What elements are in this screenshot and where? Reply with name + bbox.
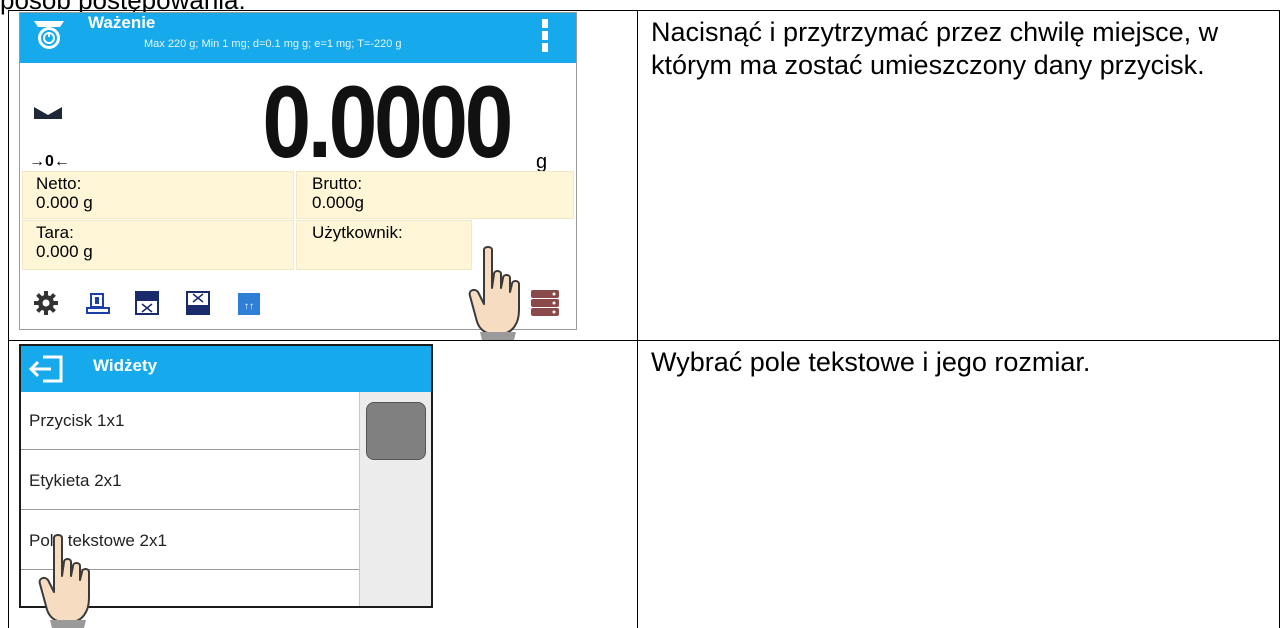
threshold-low-icon[interactable]: [135, 291, 159, 315]
user-field[interactable]: Użytkownik:: [296, 220, 472, 270]
table-row-divider: [8, 340, 1280, 341]
gear-icon[interactable]: [34, 291, 58, 315]
hand-pointer-icon: [468, 246, 520, 340]
table-border-left: [8, 10, 9, 628]
list-item[interactable]: Przycisk 1x1: [21, 392, 359, 450]
mode-title: Ważenie: [88, 13, 156, 32]
step-2-instruction: Wybrać pole tekstowe i jego rozmiar.: [651, 347, 1091, 377]
zero-indicator: →0←: [29, 153, 70, 170]
scale-specs: Max 220 g; Min 1 mg; d=0.1 mg g; e=1 mg;…: [144, 38, 402, 50]
user-label: Użytkownik:: [312, 223, 403, 242]
weight-icon[interactable]: [86, 291, 110, 315]
table-border-top: [8, 10, 1280, 11]
tare-value: 0.000 g: [36, 242, 93, 261]
stability-icon: [34, 107, 62, 119]
gross-field[interactable]: Brutto: 0.000g: [296, 171, 574, 219]
net-value: 0.000 g: [36, 193, 93, 212]
weight-reading: 0.0000: [262, 65, 513, 179]
threshold-high-icon[interactable]: [186, 291, 210, 315]
scrollbar-track[interactable]: [359, 392, 431, 606]
menu-kebab-icon[interactable]: [539, 19, 551, 57]
net-field[interactable]: Netto: 0.000 g: [22, 171, 294, 219]
tare-label: Tara:: [36, 223, 74, 242]
widgets-header: Widżety: [21, 346, 431, 392]
net-label: Netto:: [36, 174, 82, 193]
widgets-title: Widżety: [93, 356, 158, 375]
header-bar: Ważenie Max 220 g; Min 1 mg; d=0.1 mg g;…: [20, 13, 576, 63]
list-item[interactable]: Etykieta 2x1: [21, 452, 359, 510]
gross-value: 0.000g: [312, 193, 364, 212]
hand-pointer-icon: [38, 534, 90, 628]
tare-field[interactable]: Tara: 0.000 g: [22, 220, 294, 270]
table-border-right: [1279, 10, 1280, 628]
back-exit-icon[interactable]: [27, 354, 67, 384]
step-1-instruction: Nacisnąć i przytrzymać przez chwilę miej…: [651, 17, 1219, 80]
scale-logo-icon[interactable]: [32, 17, 66, 51]
gross-label: Brutto:: [312, 174, 363, 193]
scrollbar-thumb[interactable]: [366, 402, 426, 460]
table-divider-vertical: [637, 10, 638, 628]
print-header-icon[interactable]: ↑↑: [238, 293, 260, 315]
svg-text:↑↑: ↑↑: [244, 301, 254, 312]
